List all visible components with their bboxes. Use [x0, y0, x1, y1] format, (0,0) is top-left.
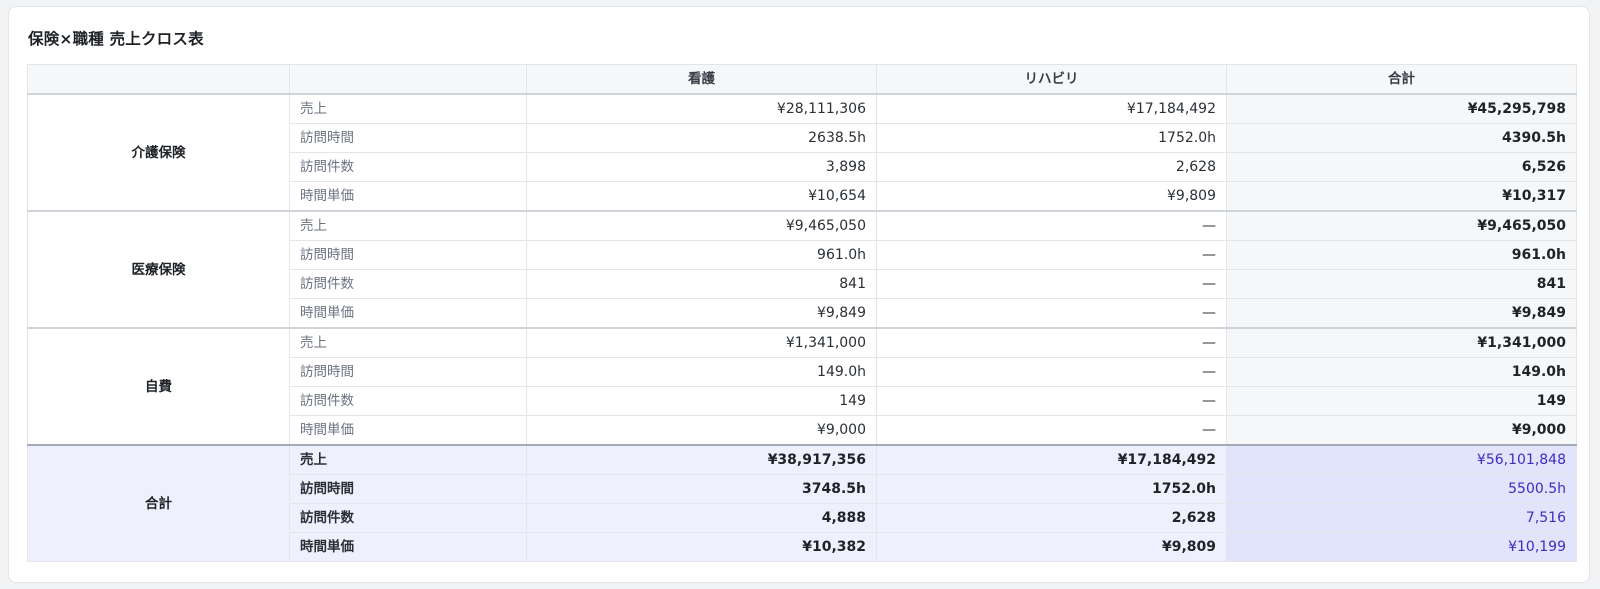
- cell-nursing: 4,888: [526, 503, 877, 533]
- group-grand-total: 合計 売上 ¥38,917,356 ¥17,184,492 ¥56,101,84…: [27, 444, 1577, 562]
- cell-nursing: ¥10,654: [526, 181, 877, 212]
- group-kaigo: 介護保険 売上 ¥28,111,306 ¥17,184,492 ¥45,295,…: [27, 93, 1577, 212]
- cell-nursing: ¥10,382: [526, 532, 877, 562]
- cell-nursing: 149.0h: [526, 357, 877, 387]
- cell-total: 841: [1226, 269, 1577, 299]
- metric-label: 売上: [289, 327, 527, 358]
- cell-total: 4390.5h: [1226, 123, 1577, 153]
- metric-label: 訪問時間: [289, 123, 527, 153]
- cell-grand-total: 7,516: [1226, 503, 1577, 533]
- metric-label: 訪問件数: [289, 386, 527, 416]
- metric-label: 訪問件数: [289, 269, 527, 299]
- cell-nursing: ¥28,111,306: [526, 93, 877, 124]
- cell-rehab: ¥9,809: [876, 181, 1227, 212]
- cell-rehab: —: [876, 327, 1227, 358]
- metric-label: 訪問時間: [289, 357, 527, 387]
- cell-rehab: ¥17,184,492: [876, 93, 1227, 124]
- group-jihi: 自費 売上 ¥1,341,000 — ¥1,341,000 訪問時間 149.0…: [27, 327, 1577, 446]
- metric-label: 訪問件数: [289, 152, 527, 182]
- cell-total: ¥10,317: [1226, 181, 1577, 212]
- header-total: 合計: [1226, 64, 1577, 95]
- cell-rehab: ¥17,184,492: [876, 444, 1227, 475]
- header-row: 看護 リハビリ 合計: [27, 64, 1577, 95]
- table-row: 介護保険 売上 ¥28,111,306 ¥17,184,492 ¥45,295,…: [27, 93, 1577, 212]
- cell-rehab: —: [876, 240, 1227, 270]
- metric-label: 訪問件数: [289, 503, 527, 533]
- cross-table-card: 保険×職種 売上クロス表 看護 リハビリ 合計 介護保険 売上 ¥28,111,…: [8, 6, 1590, 583]
- header-group: [27, 64, 290, 95]
- cell-nursing: ¥9,000: [526, 415, 877, 446]
- header-rehab: リハビリ: [876, 64, 1227, 95]
- group-label: 自費: [27, 327, 290, 446]
- metric-label: 訪問時間: [289, 240, 527, 270]
- cell-nursing: 2638.5h: [526, 123, 877, 153]
- cell-total: 6,526: [1226, 152, 1577, 182]
- cell-total: ¥9,849: [1226, 298, 1577, 329]
- cell-grand-total: ¥56,101,848: [1226, 444, 1577, 475]
- table-row: 合計 売上 ¥38,917,356 ¥17,184,492 ¥56,101,84…: [27, 444, 1577, 562]
- cell-nursing: ¥1,341,000: [526, 327, 877, 358]
- group-label: 医療保険: [27, 210, 290, 329]
- cell-rehab: —: [876, 357, 1227, 387]
- cell-nursing: ¥9,465,050: [526, 210, 877, 241]
- table-row: 自費 売上 ¥1,341,000 — ¥1,341,000: [27, 327, 1577, 446]
- table-row: 医療保険 売上 ¥9,465,050 — ¥9,465,050: [27, 210, 1577, 329]
- cell-rehab: 1752.0h: [876, 474, 1227, 504]
- metric-label: 時間単価: [289, 532, 527, 562]
- cell-rehab: —: [876, 415, 1227, 446]
- metric-label: 売上: [289, 444, 527, 475]
- cell-total: ¥9,465,050: [1226, 210, 1577, 241]
- cell-total: ¥9,000: [1226, 415, 1577, 446]
- cell-rehab: 2,628: [876, 152, 1227, 182]
- cell-rehab: —: [876, 386, 1227, 416]
- cell-total: 149: [1226, 386, 1577, 416]
- metric-label: 時間単価: [289, 181, 527, 212]
- cell-nursing: ¥38,917,356: [526, 444, 877, 475]
- group-label: 介護保険: [27, 93, 290, 212]
- metric-label: 訪問時間: [289, 474, 527, 504]
- header-nursing: 看護: [526, 64, 877, 95]
- cell-rehab: 2,628: [876, 503, 1227, 533]
- cell-nursing: ¥9,849: [526, 298, 877, 329]
- group-label: 合計: [27, 444, 290, 562]
- cell-rehab: —: [876, 210, 1227, 241]
- group-iryo: 医療保険 売上 ¥9,465,050 — ¥9,465,050 訪問時間 961…: [27, 210, 1577, 329]
- cell-grand-total: ¥10,199: [1226, 532, 1577, 562]
- card-title: 保険×職種 売上クロス表: [28, 30, 204, 48]
- cell-nursing: 149: [526, 386, 877, 416]
- cell-rehab: ¥9,809: [876, 532, 1227, 562]
- metric-label: 時間単価: [289, 298, 527, 329]
- cell-total: ¥1,341,000: [1226, 327, 1577, 358]
- cell-rehab: —: [876, 298, 1227, 329]
- header-metric: [289, 64, 527, 95]
- cell-grand-total: 5500.5h: [1226, 474, 1577, 504]
- cell-nursing: 3748.5h: [526, 474, 877, 504]
- cell-nursing: 841: [526, 269, 877, 299]
- cell-total: 961.0h: [1226, 240, 1577, 270]
- cross-table: 看護 リハビリ 合計 介護保険 売上 ¥28,111,306 ¥17,184,4…: [27, 64, 1577, 562]
- metric-label: 時間単価: [289, 415, 527, 446]
- cell-total: ¥45,295,798: [1226, 93, 1577, 124]
- metric-label: 売上: [289, 210, 527, 241]
- cell-rehab: 1752.0h: [876, 123, 1227, 153]
- cell-rehab: —: [876, 269, 1227, 299]
- cell-nursing: 3,898: [526, 152, 877, 182]
- cell-total: 149.0h: [1226, 357, 1577, 387]
- metric-label: 売上: [289, 93, 527, 124]
- cell-nursing: 961.0h: [526, 240, 877, 270]
